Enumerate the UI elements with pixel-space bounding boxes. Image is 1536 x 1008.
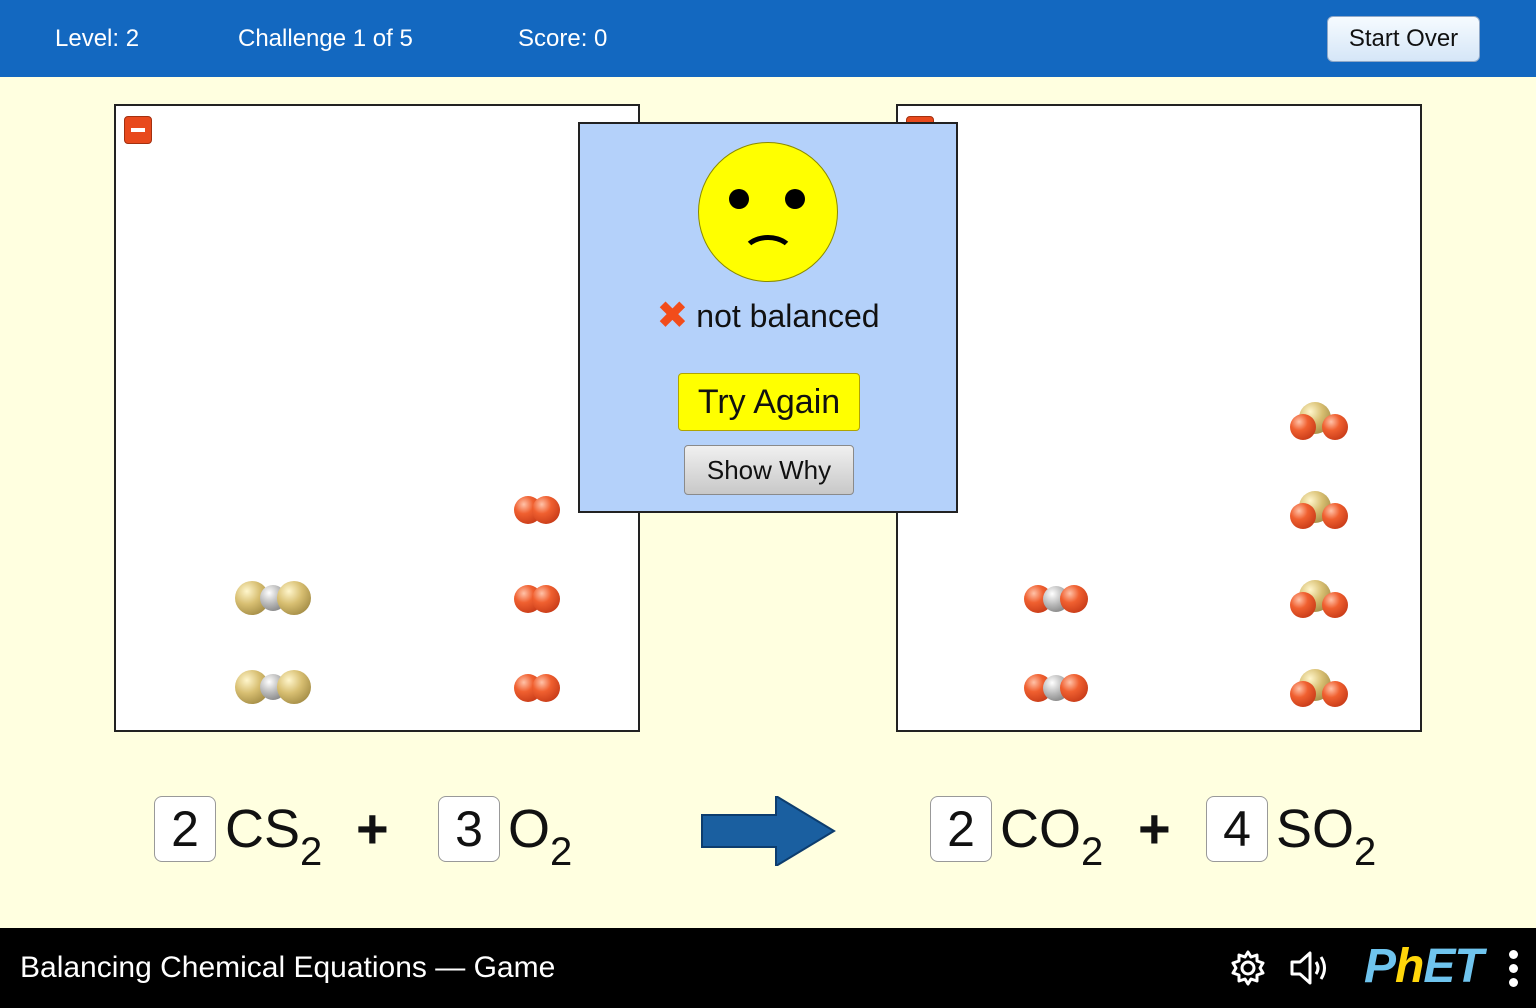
formula-co2: CO2 [1000, 799, 1104, 874]
plus-sign: + [356, 797, 389, 860]
reaction-arrow-icon [701, 796, 836, 866]
sad-face-icon [698, 142, 838, 282]
gear-icon[interactable] [1228, 948, 1268, 988]
products-box [896, 104, 1422, 732]
coefficient-so2[interactable]: 4 [1206, 796, 1268, 862]
phet-logo[interactable]: PhET [1364, 942, 1484, 992]
score-label: Score: 0 [518, 25, 608, 52]
start-over-button[interactable]: Start Over [1327, 16, 1480, 62]
coefficient-cs2[interactable]: 2 [154, 796, 216, 862]
try-again-button[interactable]: Try Again [678, 373, 860, 431]
reactants-box [114, 104, 640, 732]
minimize-reactants-button[interactable] [124, 116, 152, 144]
more-menu-icon[interactable] [1500, 944, 1528, 994]
formula-cs2: CS2 [225, 799, 323, 874]
x-mark-icon: ✖ [656, 294, 689, 337]
speaker-icon[interactable] [1288, 948, 1336, 988]
formula-o2: O2 [508, 799, 573, 874]
navigation-bar: Balancing Chemical Equations — Game PhET [0, 928, 1536, 1008]
result-text: not balanced [696, 298, 880, 334]
coefficient-co2[interactable]: 2 [930, 796, 992, 862]
formula-so2: SO2 [1276, 799, 1377, 874]
coefficient-o2[interactable]: 3 [438, 796, 500, 862]
show-why-button[interactable]: Show Why [684, 445, 854, 495]
sim-title: Balancing Chemical Equations — Game [20, 951, 556, 984]
plus-sign: + [1138, 797, 1171, 860]
result-message: ✖ not balanced [580, 296, 956, 336]
level-label: Level: 2 [55, 25, 140, 52]
challenge-label: Challenge 1 of 5 [238, 25, 413, 52]
feedback-popup: ✖ not balanced Try Again Show Why [578, 122, 958, 513]
status-bar: Level: 2 Challenge 1 of 5 Score: 0 Start… [0, 0, 1536, 77]
